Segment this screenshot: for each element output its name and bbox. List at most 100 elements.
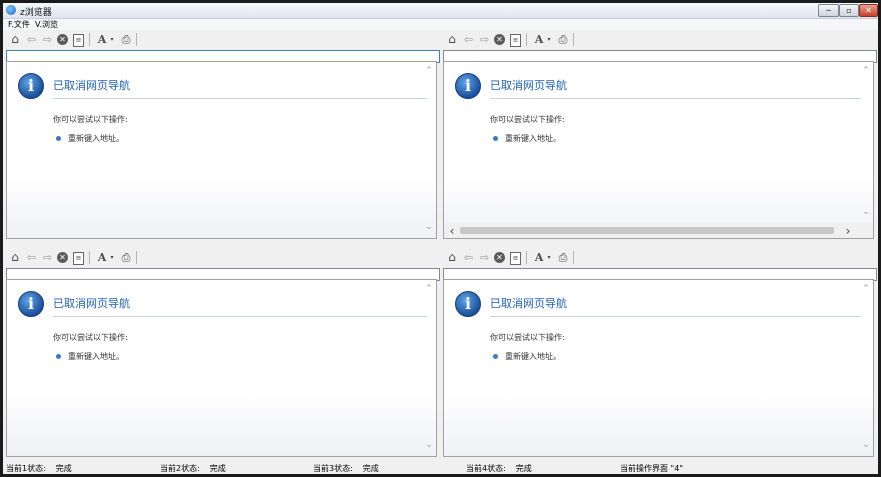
window-title: z浏览器: [20, 8, 52, 18]
menu-view[interactable]: V.浏览: [35, 19, 58, 30]
horizontal-scrollbar[interactable]: ‹ ›: [444, 223, 873, 238]
close-button[interactable]: ✕: [859, 4, 878, 17]
browser-pane-3: ⌂ ⇦ ⇨ ✕ ≡ A ▾ ⎙ i 已取消网页导航 你可以尝试以下操作: 重新键…: [3, 248, 440, 460]
forward-arrow-icon[interactable]: ⇨: [478, 251, 491, 264]
browser-app-icon: [6, 5, 16, 15]
stop-icon[interactable]: ✕: [57, 252, 68, 263]
error-hint: 你可以尝试以下操作:: [53, 115, 128, 124]
bullet-icon: [493, 354, 498, 359]
browser-pane-2: ⌂ ⇦ ⇨ ✕ ≡ A ▾ ⎙ i 已取消网页导航 你可以尝试以下操作: 重新键…: [440, 30, 878, 239]
divider: [53, 316, 427, 317]
toolbar-separator: [89, 33, 90, 46]
back-arrow-icon[interactable]: ⇦: [25, 33, 38, 46]
page-content: i 已取消网页导航 你可以尝试以下操作: 重新键入地址。 ⌃ ⌄: [6, 279, 437, 457]
browser-window: z浏览器 ─ ▫ ✕ F.文件 V.浏览 ⌂ ⇦ ⇨ ✕ ≡ A ▾ ⎙ i 已…: [3, 3, 878, 474]
print-icon[interactable]: ⎙: [119, 33, 133, 46]
browser-pane-1: ⌂ ⇦ ⇨ ✕ ≡ A ▾ ⎙ i 已取消网页导航 你可以尝试以下操作: 重新键…: [3, 30, 440, 239]
status-bar: 当前1状态: 完成 当前2状态: 完成 当前3状态: 完成 当前4状态: 完成 当前操作…: [3, 462, 878, 474]
error-title: 已取消网页导航: [490, 297, 567, 310]
scroll-up-icon[interactable]: ⌃: [861, 66, 871, 76]
info-icon: i: [18, 291, 44, 317]
scroll-up-icon[interactable]: ⌃: [861, 284, 871, 294]
stop-icon[interactable]: ✕: [494, 252, 505, 263]
back-arrow-icon[interactable]: ⇦: [25, 251, 38, 264]
dropdown-icon[interactable]: ▾: [109, 251, 115, 264]
bullet-icon: [56, 354, 61, 359]
toolbar-separator: [526, 33, 527, 46]
vertical-scrollbar[interactable]: ⌃ ⌄: [422, 280, 436, 456]
error-title: 已取消网页导航: [490, 79, 567, 92]
pane-toolbar: ⌂ ⇦ ⇨ ✕ ≡ A ▾ ⎙: [440, 248, 878, 267]
page-icon[interactable]: ≡: [510, 34, 521, 47]
status-label: 当前1状态:: [6, 464, 46, 473]
print-icon[interactable]: ⎙: [119, 251, 133, 264]
menu-bar: F.文件 V.浏览: [3, 19, 878, 30]
forward-arrow-icon[interactable]: ⇨: [41, 251, 54, 264]
print-icon[interactable]: ⎙: [556, 251, 570, 264]
page-icon[interactable]: ≡: [510, 252, 521, 265]
bullet-icon: [56, 136, 61, 141]
home-icon[interactable]: ⌂: [445, 33, 459, 46]
stop-icon[interactable]: ✕: [494, 34, 505, 45]
status-pane-4: 当前4状态: 完成: [466, 463, 532, 474]
home-icon[interactable]: ⌂: [8, 251, 22, 264]
browser-pane-4: ⌂ ⇦ ⇨ ✕ ≡ A ▾ ⎙ i 已取消网页导航 你可以尝试以下操作: 重新键…: [440, 248, 878, 460]
maximize-button[interactable]: ▫: [839, 4, 859, 17]
status-label: 当前2状态:: [160, 464, 200, 473]
scroll-up-icon[interactable]: ⌃: [424, 284, 434, 294]
toolbar-separator: [526, 251, 527, 264]
info-icon: i: [455, 73, 481, 99]
vertical-scrollbar[interactable]: ⌃ ⌄: [859, 62, 873, 223]
dropdown-icon[interactable]: ▾: [109, 33, 115, 46]
back-arrow-icon[interactable]: ⇦: [462, 251, 475, 264]
scroll-right-icon[interactable]: ›: [843, 224, 853, 238]
status-value: 完成: [55, 464, 72, 473]
info-icon: i: [455, 291, 481, 317]
page-icon[interactable]: ≡: [73, 252, 84, 265]
scroll-left-icon[interactable]: ‹: [447, 224, 457, 238]
font-size-icon[interactable]: A: [533, 251, 545, 264]
font-size-icon[interactable]: A: [96, 251, 108, 264]
status-label: 当前4状态:: [466, 464, 506, 473]
home-icon[interactable]: ⌂: [8, 33, 22, 46]
page-icon[interactable]: ≡: [73, 34, 84, 47]
vertical-scrollbar[interactable]: ⌃ ⌄: [859, 280, 873, 456]
scroll-up-icon[interactable]: ⌃: [424, 66, 434, 76]
scroll-thumb[interactable]: [460, 227, 834, 234]
scroll-down-icon[interactable]: ⌄: [424, 222, 434, 232]
font-size-icon[interactable]: A: [96, 33, 108, 46]
forward-arrow-icon[interactable]: ⇨: [41, 33, 54, 46]
title-bar: z浏览器 ─ ▫ ✕: [3, 3, 878, 19]
page-content: i 已取消网页导航 你可以尝试以下操作: 重新键入地址。 ⌃ ⌄: [443, 279, 874, 457]
info-icon: i: [18, 73, 44, 99]
page-content: i 已取消网页导航 你可以尝试以下操作: 重新键入地址。 ⌃ ⌄ ‹ ›: [443, 61, 874, 239]
scroll-down-icon[interactable]: ⌄: [424, 440, 434, 450]
toolbar-separator: [136, 251, 137, 264]
divider: [490, 98, 861, 99]
pane-toolbar: ⌂ ⇦ ⇨ ✕ ≡ A ▾ ⎙: [3, 30, 438, 49]
error-title: 已取消网页导航: [53, 79, 130, 92]
suggestion-text: 重新键入地址。: [68, 352, 124, 361]
forward-arrow-icon[interactable]: ⇨: [478, 33, 491, 46]
divider: [53, 98, 427, 99]
back-arrow-icon[interactable]: ⇦: [462, 33, 475, 46]
status-label: 当前3状态:: [313, 464, 353, 473]
suggestion-text: 重新键入地址。: [68, 134, 124, 143]
font-size-icon[interactable]: A: [533, 33, 545, 46]
dropdown-icon[interactable]: ▾: [546, 251, 552, 264]
stop-icon[interactable]: ✕: [57, 34, 68, 45]
error-hint: 你可以尝试以下操作:: [490, 333, 565, 342]
print-icon[interactable]: ⎙: [556, 33, 570, 46]
toolbar-separator: [89, 251, 90, 264]
home-icon[interactable]: ⌂: [445, 251, 459, 264]
minimize-button[interactable]: ─: [818, 4, 839, 17]
suggestion-text: 重新键入地址。: [505, 352, 561, 361]
page-content: i 已取消网页导航 你可以尝试以下操作: 重新键入地址。 ⌃ ⌄: [6, 61, 437, 239]
menu-file[interactable]: F.文件: [8, 19, 30, 30]
vertical-scrollbar[interactable]: ⌃ ⌄: [422, 62, 436, 238]
toolbar-separator: [573, 33, 574, 46]
dropdown-icon[interactable]: ▾: [546, 33, 552, 46]
divider: [490, 316, 861, 317]
scroll-down-icon[interactable]: ⌄: [861, 207, 871, 217]
scroll-down-icon[interactable]: ⌄: [861, 440, 871, 450]
